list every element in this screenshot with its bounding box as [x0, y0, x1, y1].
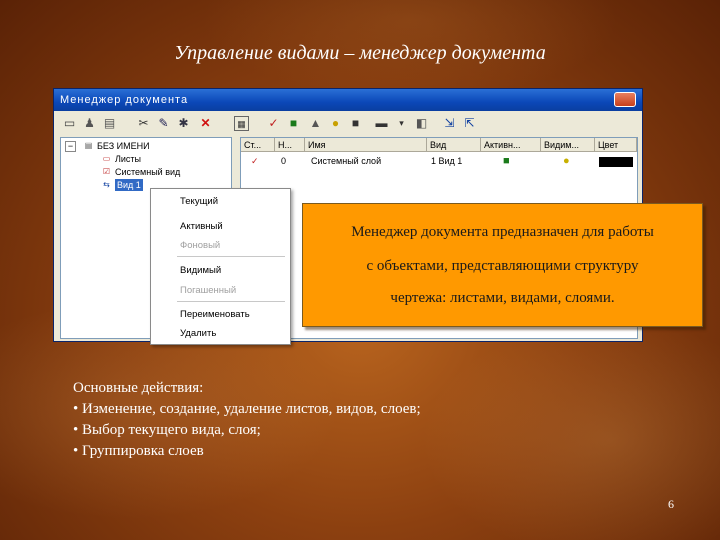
layer-number[interactable]: 0	[281, 155, 286, 167]
window-title: Менеджер документа	[60, 94, 189, 106]
menu-item-delete[interactable]: Удалить	[180, 328, 216, 340]
layer-view[interactable]: 1 Вид 1	[431, 155, 462, 167]
active-icon[interactable]: ■	[286, 116, 301, 131]
new-layer-icon[interactable]: ▤	[102, 116, 117, 131]
properties-icon[interactable]: ✎	[156, 116, 171, 131]
column-header-number[interactable]: Н...	[275, 138, 305, 152]
sheets-icon: ▭	[102, 154, 111, 163]
view-icon: ⇆	[103, 180, 110, 189]
window-titlebar[interactable]: Менеджер документа	[54, 89, 642, 111]
toolbar: ▭ ♟ ▤ ✂ ✎ ✱ ✕ ▦ ✓ ■ ▲ ● ■ ▬ ▾ ◧ ⇲ ⇱	[58, 115, 638, 135]
callout-line-3: чертежа: листами, видами, слоями.	[390, 290, 615, 306]
callout-line-2: с объектами, представляющими структуру	[366, 258, 639, 274]
action-item: • Изменение, создание, удаление листов, …	[73, 401, 421, 417]
sheet-icon[interactable]: ◧	[414, 116, 429, 131]
edit-icon[interactable]: ✓	[266, 116, 281, 131]
print-icon[interactable]: ▬	[374, 116, 389, 131]
menu-item-visible[interactable]: Видимый	[180, 265, 221, 277]
export-icon[interactable]: ⇲	[442, 116, 457, 131]
description-callout: Менеджер документа предназначен для рабо…	[302, 203, 703, 327]
actions-heading: Основные действия:	[73, 380, 204, 396]
menu-item-rename[interactable]: Переименовать	[180, 309, 250, 321]
menu-item-current[interactable]: Текущий	[180, 196, 218, 208]
column-header-view[interactable]: Вид	[427, 138, 481, 152]
system-view-icon: ☑	[102, 167, 111, 176]
column-header-state[interactable]: Ст...	[241, 138, 275, 152]
slide-title: Управление видами – менеджер документа	[174, 42, 546, 64]
action-item: • Выбор текущего вида, слоя;	[73, 422, 261, 438]
lock-icon[interactable]: ▲	[308, 116, 323, 131]
menu-separator	[177, 256, 285, 257]
dropdown-icon[interactable]: ▾	[394, 116, 409, 131]
visible-bulb-icon[interactable]: ●	[563, 155, 570, 167]
new-sheet-icon[interactable]: ▭	[62, 116, 77, 131]
column-header-visible[interactable]: Видим...	[541, 138, 595, 152]
filter-icon[interactable]: ✂	[136, 116, 151, 131]
decorative-swirl	[420, 320, 720, 540]
action-item: • Группировка слоев	[73, 443, 204, 459]
column-header-active[interactable]: Активн...	[481, 138, 541, 152]
color-swatch[interactable]	[599, 157, 633, 167]
tree-item-root[interactable]: БЕЗ ИМЕНИ	[97, 140, 150, 152]
column-header-color[interactable]: Цвет	[595, 138, 637, 152]
import-icon[interactable]: ⇱	[462, 116, 477, 131]
new-view-icon[interactable]: ♟	[82, 116, 97, 131]
layer-name[interactable]: Системный слой	[311, 155, 381, 167]
menu-item-background: Фоновый	[180, 240, 221, 251]
tree-item-view-1[interactable]: Вид 1	[115, 179, 143, 191]
page-number: 6	[668, 497, 674, 511]
document-icon: ▤	[84, 141, 93, 150]
slide-background: Управление видами – менеджер документа М…	[0, 0, 720, 540]
delete-icon[interactable]: ✕	[198, 116, 213, 131]
collapse-icon[interactable]: −	[65, 141, 76, 152]
actions-list: Основные действия: • Изменение, создание…	[73, 378, 421, 462]
tree-item-sheets[interactable]: Листы	[115, 153, 141, 165]
menu-separator	[177, 301, 285, 302]
active-lock-icon[interactable]: ■	[503, 155, 510, 167]
current-layer-icon: ✓	[251, 156, 259, 166]
column-header-name[interactable]: Имя	[305, 138, 427, 152]
context-menu: Текущий Активный Фоновый Видимый Погашен…	[150, 188, 291, 345]
table-icon[interactable]: ▦	[234, 116, 249, 131]
tree-icon[interactable]: ✱	[176, 116, 191, 131]
menu-item-active[interactable]: Активный	[180, 221, 223, 233]
bulb-icon[interactable]: ●	[328, 116, 343, 131]
menu-item-hidden: Погашенный	[180, 285, 237, 296]
callout-line-1: Менеджер документа предназначен для рабо…	[351, 224, 654, 240]
close-button[interactable]	[614, 92, 636, 107]
color-icon[interactable]: ■	[348, 116, 363, 131]
tree-item-system-view[interactable]: Системный вид	[115, 166, 180, 178]
